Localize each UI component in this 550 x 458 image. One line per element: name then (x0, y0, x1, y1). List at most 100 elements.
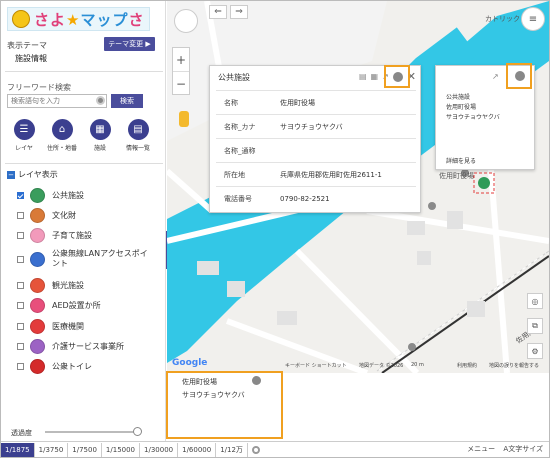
scale-option[interactable]: 1/60000 (178, 442, 217, 457)
street-view-pegman-icon[interactable] (179, 111, 189, 127)
tourism-icon (30, 278, 45, 293)
locate-icon[interactable]: ◎ (527, 293, 543, 309)
layer-checkbox[interactable] (17, 343, 24, 350)
map-label-catholic: カトリック (485, 15, 520, 23)
table-icon: ▤ (127, 119, 149, 140)
iconbar-item-address[interactable]: ⌂ 住所・地番 (47, 119, 77, 152)
layers-icon[interactable]: ⧉ (527, 318, 543, 334)
scale-option[interactable]: 1/1875 (1, 442, 35, 457)
table-row: 名称_通称 (216, 138, 416, 162)
scale-option[interactable]: 1/30000 (140, 442, 179, 457)
building-icon: ▦ (89, 119, 111, 140)
report-error-link[interactable]: 地図の誤りを報告する (489, 362, 539, 369)
opacity-label: 透過度 (11, 429, 32, 437)
theme-label: 表示テーマ (7, 41, 47, 50)
list-icon: ☰ (13, 119, 35, 140)
house-icon: ⌂ (51, 119, 73, 140)
summary-name: 佐用町役場 (446, 104, 477, 111)
layer-item-cultural[interactable]: 文化財 (17, 208, 157, 223)
wifi-icon (30, 251, 45, 267)
sidebar: さよ★マップさ 表示テーマ テーマ変更 ▶ 施設情報 フリーワード検索 検索語句… (1, 1, 166, 441)
zoom-out-button[interactable]: − (173, 72, 189, 96)
logo-text: さよ★マップさ (34, 10, 145, 29)
zoom-in-button[interactable]: + (173, 48, 189, 72)
details-link[interactable]: 詳細を見る (446, 156, 476, 165)
opacity-slider-track[interactable] (45, 431, 137, 433)
scale-option[interactable]: 1/12万 (216, 442, 248, 457)
layer-item-wifi[interactable]: 公衆無線LANアクセスポイント (17, 249, 157, 269)
map-data-attribution: 地図データ ©2026 (359, 363, 404, 369)
layer-checkbox[interactable] (17, 212, 24, 219)
layer-item-toilet[interactable]: 公衆トイレ (17, 359, 157, 374)
menu-link[interactable]: メニュー (467, 445, 495, 453)
search-options-gear-icon[interactable] (96, 96, 105, 105)
layer-item-aed[interactable]: AED設置か所 (17, 298, 157, 313)
footer-links: メニュー A文字サイズ (467, 444, 543, 454)
scale-settings-gear-icon[interactable] (251, 445, 260, 454)
streetview-icon[interactable] (252, 376, 261, 385)
text-size-link[interactable]: A文字サイズ (503, 445, 543, 453)
forward-arrow-button[interactable]: ⇒ (230, 5, 248, 19)
back-arrow-button[interactable]: ⇐ (209, 5, 227, 19)
keyboard-shortcut-link[interactable]: キーボード ショートカット (285, 362, 347, 369)
highlight-box (384, 65, 410, 88)
opacity-slider-handle[interactable] (133, 427, 142, 436)
scale-option[interactable]: 1/7500 (68, 442, 102, 457)
scale-option[interactable]: 1/3750 (35, 442, 69, 457)
terms-link[interactable]: 利用規約 (457, 362, 477, 369)
iconbar-item-layer[interactable]: ☰ レイヤ (9, 119, 39, 152)
summary-category: 公共施設 (446, 94, 471, 101)
summary-kana: サヨウチョウヤクバ (446, 114, 500, 121)
theme-value: 施設情報 (15, 54, 47, 63)
layer-item-medical[interactable]: 医療機関 (17, 319, 157, 334)
search-button[interactable]: 検索 (111, 94, 143, 108)
pan-control[interactable] (174, 9, 198, 33)
map-label-cityhall: 佐用町役場 (439, 172, 474, 180)
tool-iconbar: ☰ レイヤ ⌂ 住所・地番 ▦ 施設 ▤ 情報一覧 (9, 119, 159, 155)
iconbar-item-facility[interactable]: ▦ 施設 (85, 119, 115, 152)
layer-checkbox[interactable] (17, 282, 24, 289)
layer-checkbox[interactable] (17, 302, 24, 309)
search-input[interactable]: 検索語句を入力 (7, 94, 107, 108)
layer-checkbox[interactable] (17, 232, 24, 239)
print-icon[interactable]: ▤ (359, 72, 367, 81)
infobox-name: 佐用町役場 (182, 378, 217, 386)
selected-facility-box: 佐用町役場 サヨウチョウヤクバ (166, 371, 283, 439)
zoom-control: + − (172, 47, 190, 95)
mascot-icon (12, 10, 30, 28)
public-facility-icon (30, 188, 45, 203)
freeword-label: フリーワード検索 (7, 83, 71, 92)
medical-icon (30, 319, 45, 334)
app-logo[interactable]: さよ★マップさ (7, 7, 150, 31)
share-icon[interactable]: ↗ (492, 72, 499, 81)
scale-bar: 1/1875 1/3750 1/7500 1/15000 1/30000 1/6… (1, 441, 549, 457)
theme-change-button[interactable]: テーマ変更 ▶ (104, 37, 155, 51)
table-row: 電話番号 0790-82-2521 (216, 186, 416, 210)
layer-checkbox[interactable] (17, 192, 24, 199)
layer-item-public-facility[interactable]: 公共施設 (17, 188, 157, 203)
streetview-icon[interactable] (515, 71, 525, 81)
table-row: 名称_カナ サヨウチョウヤクバ (216, 114, 416, 138)
settings-gear-icon[interactable]: ⚙ (527, 343, 543, 359)
toilet-icon (30, 359, 45, 374)
layer-section-header[interactable]: − レイヤ表示 (7, 169, 58, 180)
map-menu-button[interactable]: ≡ (521, 7, 545, 31)
divider (5, 71, 163, 72)
care-service-icon (30, 339, 45, 354)
scale-option[interactable]: 1/15000 (102, 442, 141, 457)
cultural-asset-icon (30, 208, 45, 223)
collapse-minus-icon: − (7, 170, 15, 179)
google-logo: Google (172, 358, 208, 368)
layer-item-childcare[interactable]: 子育て施設 (17, 228, 157, 243)
layer-item-tourism[interactable]: 観光施設 (17, 278, 157, 293)
layer-checkbox[interactable] (17, 323, 24, 330)
layer-item-care[interactable]: 介護サービス事業所 (17, 339, 157, 354)
childcare-icon (30, 228, 45, 243)
map-scale: 20 m (411, 362, 424, 368)
layer-checkbox[interactable] (17, 363, 24, 370)
popup-title: 公共施設 (218, 73, 250, 82)
iconbar-item-infolist[interactable]: ▤ 情報一覧 (123, 119, 153, 152)
table-icon[interactable]: ▦ (371, 72, 379, 81)
layer-checkbox[interactable] (17, 255, 24, 263)
infobox-kana: サヨウチョウヤクバ (182, 391, 245, 399)
